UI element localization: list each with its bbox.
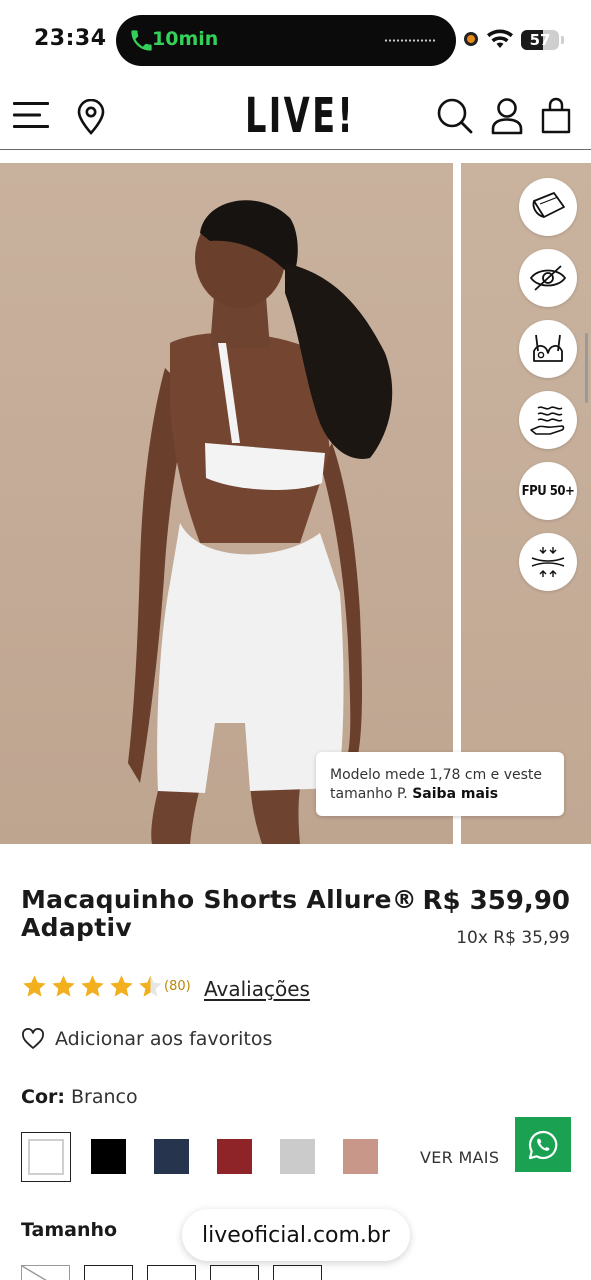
star-icon: [81, 974, 104, 997]
user-icon[interactable]: [490, 97, 524, 135]
audio-wave-icon: [384, 39, 436, 42]
location-pin-icon[interactable]: [76, 99, 106, 135]
status-time: 23:34: [34, 26, 107, 51]
swatch-azul[interactable]: [154, 1139, 189, 1174]
swatch-rosa[interactable]: [343, 1139, 378, 1174]
star-icon: [52, 974, 75, 997]
feature-badge-compression[interactable]: [519, 533, 577, 591]
product-photo-main[interactable]: [0, 163, 453, 844]
compression-icon: [531, 547, 565, 577]
review-count: (80): [164, 979, 191, 994]
swatch-branco[interactable]: [21, 1132, 71, 1182]
feature-badge-breathable[interactable]: [519, 391, 577, 449]
status-bar: 23:34 10min 57: [0, 0, 591, 78]
battery-level: 57: [529, 31, 551, 49]
size-option[interactable]: [210, 1265, 259, 1280]
feature-badge-fpu[interactable]: FPU 50+: [519, 462, 577, 520]
wifi-icon: [487, 29, 513, 48]
brand-logo[interactable]: LIVE!: [245, 88, 355, 144]
color-label: Cor: Branco: [21, 1086, 138, 1108]
selected-color: Branco: [71, 1086, 138, 1108]
built-in-bra-icon: [533, 334, 563, 362]
breathable-icon: [530, 406, 565, 435]
star-icon: [139, 974, 162, 997]
model-note-link[interactable]: Saiba mais: [412, 786, 498, 802]
add-to-favorites-button[interactable]: Adicionar aos favoritos: [21, 1025, 272, 1053]
whatsapp-icon: [528, 1130, 558, 1159]
whatsapp-button[interactable]: [515, 1117, 571, 1172]
browser-url-bar[interactable]: liveoficial.com.br: [182, 1209, 410, 1261]
reviews-link[interactable]: Avaliações: [204, 977, 310, 1001]
fabric-icon: [532, 192, 565, 218]
browser-url: liveoficial.com.br: [202, 1222, 390, 1248]
swatch-preto[interactable]: [91, 1139, 126, 1174]
phone-icon: [131, 30, 152, 51]
more-colors-link[interactable]: VER MAIS: [420, 1148, 499, 1167]
product-title: Macaquinho Shorts Allure® Adaptiv: [21, 885, 418, 942]
site-header: LIVE!: [0, 78, 591, 150]
rating-stars[interactable]: [21, 972, 166, 1000]
size-option[interactable]: [21, 1265, 70, 1280]
menu-icon[interactable]: [13, 100, 49, 130]
size-option[interactable]: [147, 1265, 196, 1280]
star-icon: [23, 974, 46, 997]
call-duration: 10min: [152, 28, 219, 50]
swatch-vermelho[interactable]: [217, 1139, 252, 1174]
heart-icon: [22, 1028, 44, 1049]
product-price: R$ 359,90: [422, 886, 571, 916]
fpu-label: FPU 50+: [521, 483, 575, 499]
installments-text: 10x R$ 35,99: [456, 928, 570, 948]
shopping-bag-icon[interactable]: [540, 96, 572, 134]
call-indicator[interactable]: 10min: [116, 15, 456, 66]
product-gallery[interactable]: FPU 50+: [0, 163, 591, 844]
battery-icon: 57: [521, 30, 559, 50]
swatch-cinza[interactable]: [280, 1139, 315, 1174]
recording-dot-icon: [464, 32, 478, 46]
size-option[interactable]: [273, 1265, 322, 1280]
feature-badge-opacity[interactable]: [519, 249, 577, 307]
feature-badge-fabric[interactable]: [519, 178, 577, 236]
gallery-scrollbar[interactable]: [585, 333, 588, 403]
feature-badge-bra[interactable]: [519, 320, 577, 378]
search-icon[interactable]: [436, 97, 474, 135]
star-icon: [110, 974, 133, 997]
size-option[interactable]: [84, 1265, 133, 1280]
size-label: Tamanho: [21, 1219, 118, 1241]
model-illustration: [128, 200, 393, 844]
model-size-note[interactable]: Modelo mede 1,78 cm e veste tamanho P. S…: [316, 752, 564, 816]
no-see-through-icon: [529, 265, 567, 291]
favorites-label: Adicionar aos favoritos: [55, 1028, 273, 1050]
